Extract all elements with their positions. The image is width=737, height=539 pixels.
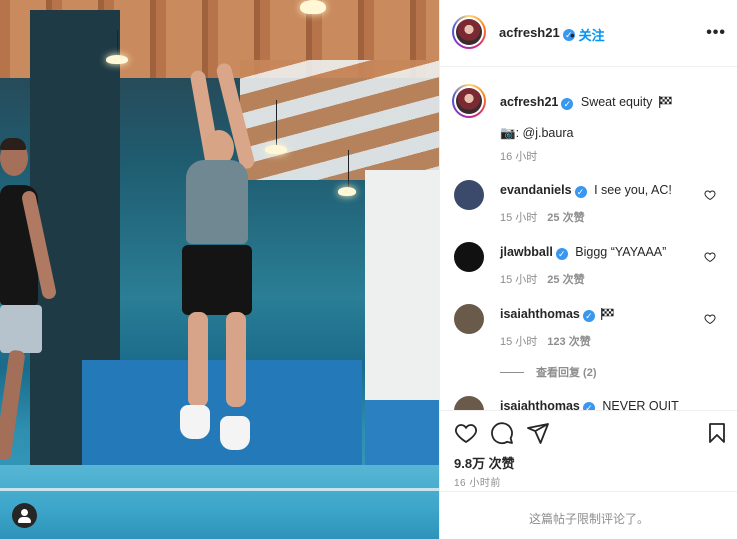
commenter-avatar[interactable] xyxy=(454,180,484,210)
comment-time[interactable]: 15 小时 xyxy=(500,212,537,224)
comments-limited-footer: 这篇帖子限制评论了。 xyxy=(440,491,737,539)
heart-icon[interactable] xyxy=(454,421,478,445)
caption-username[interactable]: acfresh21 xyxy=(500,95,558,109)
comment-text: Biggg “YAYAAA” xyxy=(575,245,667,259)
comment-icon[interactable] xyxy=(490,421,514,445)
lamp-cord xyxy=(348,150,349,187)
court-line xyxy=(0,488,439,491)
heart-icon[interactable] xyxy=(704,189,716,201)
view-replies-button[interactable]: 查看回复 (2) xyxy=(500,364,597,380)
comment-time[interactable]: 15 小时 xyxy=(500,336,537,348)
more-options-icon[interactable]: ••• xyxy=(706,24,726,42)
verified-icon: ✓ xyxy=(582,310,595,322)
commenter-avatar[interactable] xyxy=(454,396,484,410)
comment-username[interactable]: isaiahthomas xyxy=(500,399,580,410)
share-icon[interactable] xyxy=(526,421,550,445)
ceiling-lamp xyxy=(300,0,326,14)
comment-username[interactable]: isaiahthomas xyxy=(500,307,580,321)
comment-text: NEVER QUIT xyxy=(602,399,679,410)
ceiling-lamp xyxy=(338,187,356,196)
commenter-avatar[interactable] xyxy=(454,304,484,334)
post-header: acfresh21 ✓ • 关注 ••• xyxy=(440,0,737,67)
author-username[interactable]: acfresh21 ✓ xyxy=(499,25,575,41)
verified-icon: ✓ xyxy=(555,248,568,260)
comment-likes[interactable]: 123 次赞 xyxy=(547,336,590,348)
replies-divider xyxy=(500,372,524,373)
photo-credit-mention[interactable]: @j.baura xyxy=(523,126,574,140)
comment-text: I see you, AC! xyxy=(594,183,672,197)
jumping-player xyxy=(170,60,270,460)
blue-wall-right xyxy=(365,400,439,465)
comment-likes[interactable]: 25 次赞 xyxy=(547,212,584,224)
tagged-user-icon[interactable] xyxy=(12,503,37,528)
ceiling-lamp xyxy=(106,55,128,64)
heart-icon[interactable] xyxy=(704,313,716,325)
comment-likes[interactable]: 25 次赞 xyxy=(547,274,584,286)
post-sidebar: acfresh21 ✓ • 关注 ••• acfresh21 ✓ Sweat equi… xyxy=(439,0,737,539)
camera-icon: 📷: xyxy=(500,126,520,140)
lamp-cord xyxy=(117,30,118,56)
commenter-avatar[interactable] xyxy=(454,242,484,272)
author-avatar[interactable] xyxy=(452,84,486,118)
heart-icon[interactable] xyxy=(704,251,716,263)
bookmark-icon[interactable] xyxy=(705,421,729,445)
action-bar xyxy=(440,410,737,450)
caption-text: Sweat equity xyxy=(580,95,653,109)
verified-icon: ✓ xyxy=(582,402,595,410)
comments-list[interactable]: acfresh21 ✓ Sweat equity 📷: @j.baura 16 小… xyxy=(440,68,737,410)
bystander-figure xyxy=(0,138,60,480)
white-wall xyxy=(365,170,439,400)
comment-username[interactable]: evandaniels xyxy=(500,183,572,197)
separator-dot: • xyxy=(570,28,575,43)
follow-button[interactable]: • 关注 xyxy=(570,25,605,44)
likes-count[interactable]: 9.8万 次赞 xyxy=(454,453,515,472)
author-avatar[interactable] xyxy=(452,15,486,49)
comments-limited-text: 这篇帖子限制评论了。 xyxy=(528,512,649,526)
verified-icon: ✓ xyxy=(574,186,587,198)
verified-icon: ✓ xyxy=(561,98,574,110)
comment-time[interactable]: 15 小时 xyxy=(500,274,537,286)
caption-time[interactable]: 16 小时 xyxy=(500,148,537,164)
post-photo[interactable] xyxy=(0,0,439,539)
checkered-flag-icon xyxy=(601,308,614,320)
checkered-flag-icon xyxy=(658,96,672,108)
view-replies-label[interactable]: 查看回复 (2) xyxy=(536,367,597,379)
follow-label[interactable]: 关注 xyxy=(579,28,605,43)
court-floor xyxy=(0,465,439,539)
post-time[interactable]: 16 小时前 xyxy=(454,474,501,489)
comment-username[interactable]: jlawbball xyxy=(500,245,553,259)
author-username-text[interactable]: acfresh21 xyxy=(499,25,560,40)
lamp-cord xyxy=(276,100,277,145)
